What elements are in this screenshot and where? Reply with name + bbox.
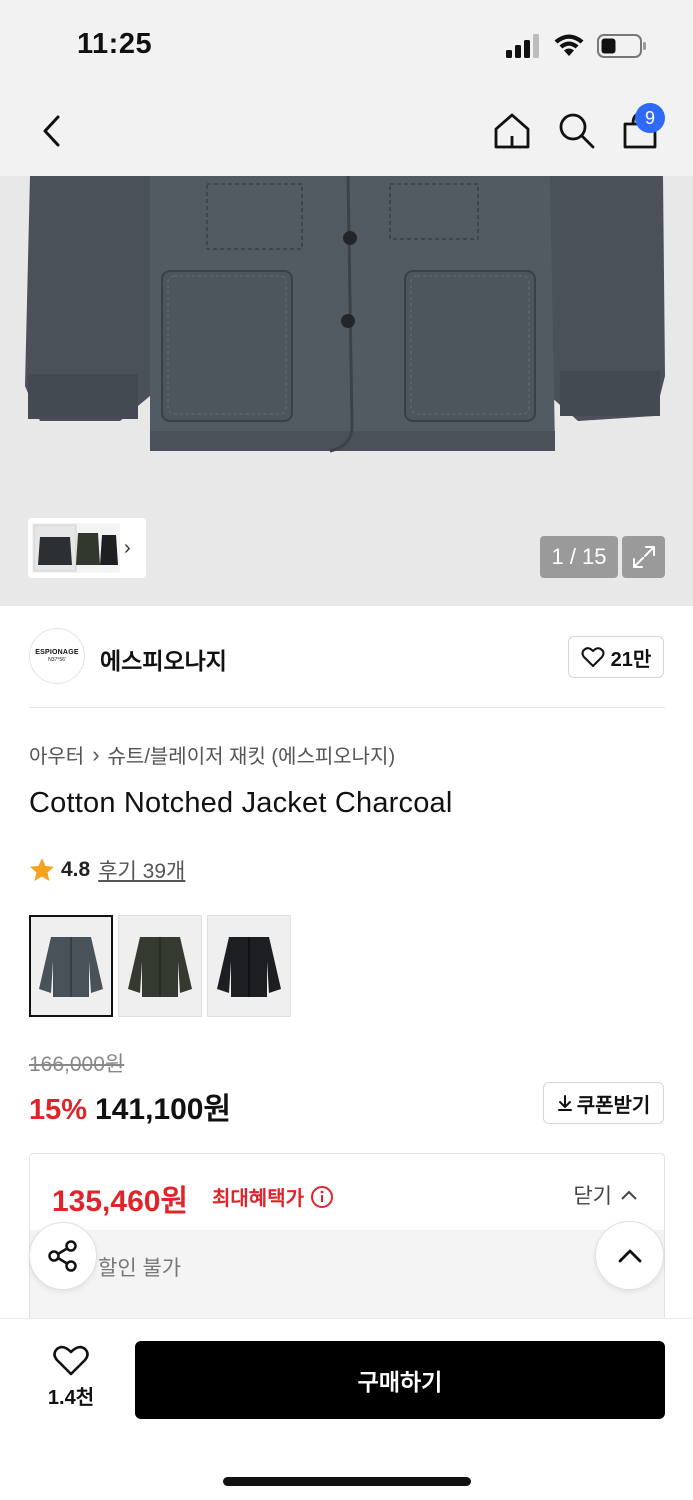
back-button[interactable]	[28, 108, 74, 154]
heart-icon	[581, 647, 605, 667]
discount-rate: 15%	[29, 1094, 88, 1126]
heart-icon	[53, 1345, 89, 1376]
benefit-close-button[interactable]: 닫기	[573, 1180, 638, 1210]
sale-price-row: 15% 141,100원	[29, 1084, 231, 1128]
cart-count-badge: 9	[635, 103, 665, 133]
star-icon	[30, 858, 54, 881]
product-title: Cotton Notched Jacket Charcoal	[29, 787, 453, 819]
share-icon	[48, 1240, 77, 1272]
breadcrumb-subcategory[interactable]: 슈트/블레이저 재킷 (에스피오나지)	[108, 740, 396, 769]
jacket-thumbnail	[39, 937, 103, 997]
brand-logo-subtext: N37°56'	[48, 657, 66, 663]
breadcrumb: 아우터 › 슈트/블레이저 재킷 (에스피오나지)	[29, 740, 395, 769]
coupon-button[interactable]: 쿠폰받기	[543, 1082, 664, 1124]
brand-like-button[interactable]: 21만	[568, 636, 664, 678]
battery-icon	[597, 34, 646, 58]
top-nav	[0, 88, 693, 176]
jacket-thumbnail	[217, 937, 281, 997]
brand-logo-text: ESPIONAGE	[35, 649, 79, 656]
chevron-right-icon: ›	[92, 741, 100, 767]
status-bar: 11:25	[0, 0, 693, 88]
home-icon	[494, 113, 530, 149]
divider	[29, 707, 665, 708]
color-option-olive[interactable]	[118, 915, 202, 1017]
expand-button[interactable]	[622, 536, 665, 578]
brand-like-count: 21만	[610, 648, 652, 671]
benefit-detail: 할인 불가	[30, 1230, 664, 1329]
home-button[interactable]	[488, 106, 536, 154]
status-time: 11:25	[77, 28, 153, 60]
share-button[interactable]	[29, 1222, 97, 1290]
brand-name[interactable]: 에스피오나지	[100, 642, 227, 676]
jacket-thumbnail	[128, 937, 192, 997]
rating-row: 4.8 후기 39개	[29, 855, 185, 885]
download-icon	[557, 1095, 572, 1111]
sale-price: 141,100원	[95, 1093, 232, 1126]
expand-icon	[632, 546, 655, 568]
chevron-up-icon	[618, 1249, 641, 1262]
chevron-up-icon	[621, 1190, 637, 1200]
color-option-black[interactable]	[207, 915, 291, 1017]
signal-icon	[506, 34, 539, 58]
chevron-left-icon	[43, 115, 60, 147]
max-benefit-panel: 135,460원 최대혜택가 닫기 할인 불가	[29, 1153, 665, 1329]
wifi-icon	[554, 34, 584, 56]
scroll-top-button[interactable]	[595, 1221, 664, 1290]
bottom-action-bar: 1.4천 구매하기	[0, 1318, 693, 1500]
coupon-label: 쿠폰받기	[576, 1094, 651, 1117]
max-benefit-price: 135,460원	[52, 1185, 189, 1218]
max-benefit-label[interactable]: 최대혜택가	[212, 1182, 334, 1211]
benefit-close-label: 닫기	[573, 1185, 612, 1208]
search-icon	[559, 113, 595, 149]
info-icon	[311, 1185, 333, 1208]
color-options	[29, 915, 291, 1017]
buy-button[interactable]: 구매하기	[135, 1341, 665, 1419]
search-button[interactable]	[552, 106, 600, 154]
home-indicator	[223, 1477, 471, 1486]
breadcrumb-category[interactable]: 아우터	[29, 740, 84, 769]
max-benefit-label-text: 최대혜택가	[212, 1188, 304, 1210]
image-counter: 1 / 15	[540, 536, 618, 578]
wishlist-count: 1.4천	[47, 1387, 95, 1409]
wishlist-button[interactable]: 1.4천	[36, 1345, 106, 1410]
image-thumbnail-strip[interactable]: ›	[28, 518, 146, 578]
benefit-note: 할인 불가	[98, 1257, 182, 1280]
thumbnail-image	[32, 523, 120, 573]
rating-value: 4.8	[61, 858, 91, 881]
original-price: 166,000원	[29, 1053, 125, 1076]
brand-logo[interactable]: ESPIONAGE N37°56'	[29, 628, 85, 684]
chevron-right-icon: ›	[124, 536, 131, 559]
color-option-charcoal[interactable]	[29, 915, 113, 1017]
review-link[interactable]: 후기 39개	[98, 855, 185, 885]
